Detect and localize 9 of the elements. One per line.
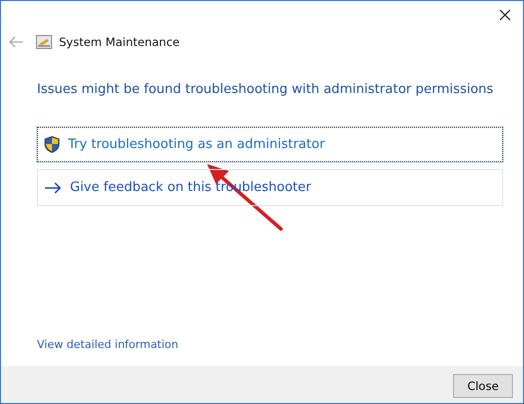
arrow-icon bbox=[44, 182, 62, 194]
toolbox-icon bbox=[36, 35, 52, 49]
heading: Issues might be found troubleshooting with administrator permissions bbox=[37, 82, 494, 97]
close-button[interactable]: Close bbox=[453, 374, 513, 398]
shield-icon bbox=[44, 136, 60, 153]
close-icon bbox=[499, 9, 511, 21]
option-button[interactable]: Try troubleshooting as an administrator bbox=[37, 127, 503, 162]
details-link[interactable]: View detailed information bbox=[37, 338, 178, 351]
window-title: System Maintenance bbox=[59, 35, 180, 49]
